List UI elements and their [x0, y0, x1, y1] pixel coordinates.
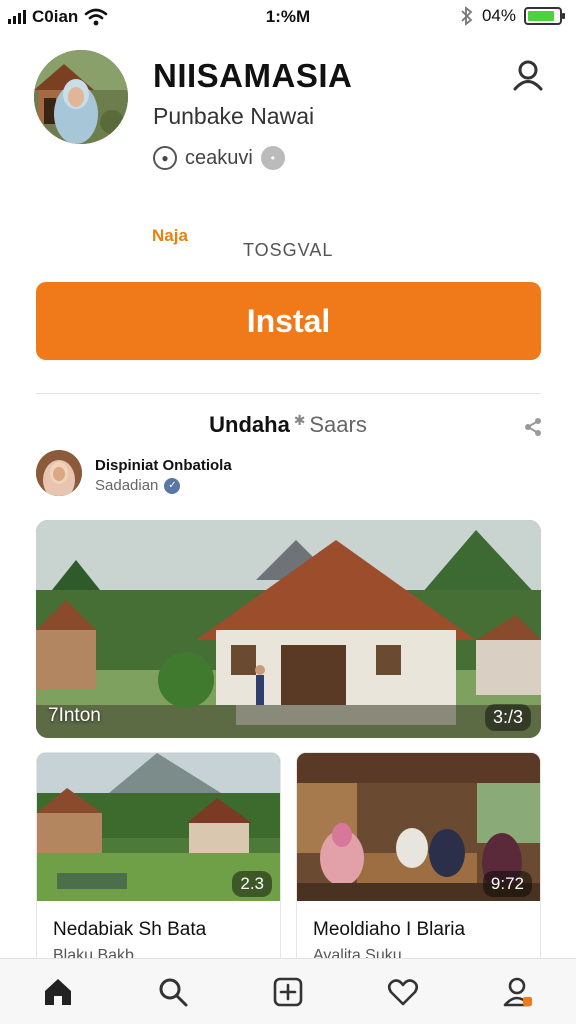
poster-name[interactable]: Dispiniat Onbatiola [95, 457, 232, 474]
share-icon[interactable] [522, 416, 544, 438]
section-title-rest: Saars [309, 412, 367, 437]
clock-icon: ● [153, 146, 177, 170]
info-label: TOSGVAL [243, 240, 334, 260]
verified-icon: ✓ [164, 477, 181, 494]
add-icon [273, 977, 303, 1006]
battery-level [528, 11, 554, 21]
page-title: NIISAMASIA [153, 57, 353, 94]
hero-caption: 7Inton [48, 705, 101, 726]
home-icon [44, 978, 71, 1005]
nav-favorites[interactable] [346, 959, 461, 1024]
section-title: Undaha ✱ Saars [0, 412, 576, 438]
hero-count: 3:/3 [484, 704, 531, 731]
profile-meta: ● ceakuvi • [153, 146, 285, 170]
meta-label: ceakuvi [185, 146, 253, 169]
divider [36, 393, 541, 394]
profile-avatar[interactable] [34, 50, 128, 144]
bottom-nav [0, 958, 576, 1024]
card-title: Nedabiak Sh Bata [53, 919, 207, 940]
poster-status-row: Sadadian ✓ [95, 477, 181, 494]
install-button[interactable]: Instal [36, 282, 541, 360]
bluetooth-icon [461, 6, 473, 26]
nav-home[interactable] [0, 959, 115, 1024]
section-title-bold: Undaha [209, 412, 290, 437]
card-count: 2.3 [232, 871, 272, 897]
hero-image[interactable]: 7Inton 3:/3 [36, 520, 541, 738]
nav-profile[interactable] [461, 959, 576, 1024]
battery-percent: 04% [481, 6, 516, 25]
battery-icon [524, 7, 565, 25]
poster-avatar[interactable] [36, 450, 82, 496]
info-icon[interactable]: • [260, 146, 285, 170]
profile-icon [504, 977, 533, 1006]
post-card[interactable]: 9:72 Meoldiaho I Blaria Avalita Suku [296, 752, 541, 967]
card-count: 9:72 [482, 871, 532, 897]
post-card[interactable]: 2.3 Nedabiak Sh Bata Blaku Bakb [36, 752, 281, 967]
status-right: 04% [460, 6, 565, 26]
nav-add[interactable] [230, 959, 345, 1024]
profile-subtitle: Punbake Nawai [153, 103, 315, 129]
heart-icon [388, 978, 419, 1005]
poster-status: Sadadian [95, 477, 159, 494]
search-icon [159, 978, 188, 1006]
status-bar: C0ian 1:%M 04% [0, 0, 576, 34]
sparkle-icon: ✱ [289, 412, 310, 428]
nav-search[interactable] [115, 959, 230, 1024]
info-badge: Naja [152, 226, 188, 245]
person-icon[interactable] [511, 58, 545, 92]
card-title: Meoldiaho I Blaria [313, 919, 466, 940]
